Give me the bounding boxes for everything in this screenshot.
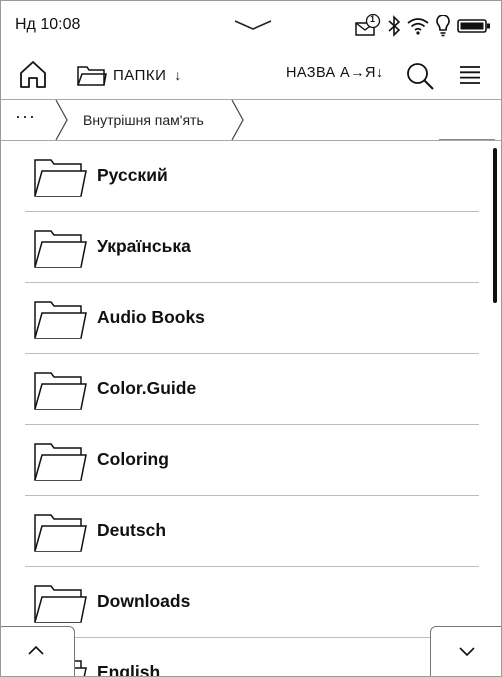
search-icon[interactable]	[405, 61, 435, 91]
breadcrumb: ··· Внутрішня пам'ять	[1, 100, 501, 141]
folder-item[interactable]: Українська	[25, 212, 479, 283]
scroll-up-button[interactable]	[1, 626, 75, 676]
status-bar[interactable]: Нд 10:08 1	[1, 1, 501, 51]
folder-name: Deutsch	[97, 520, 167, 540]
breadcrumb-current-location[interactable]: Внутрішня пам'ять	[83, 112, 204, 128]
folder-item[interactable]: English	[25, 638, 479, 677]
breadcrumb-more-button[interactable]: ···	[15, 106, 45, 132]
library-toolbar: ПАПКИ ↓ НАЗВА А→Я↓	[1, 51, 501, 100]
folder-item[interactable]: Coloring	[25, 425, 479, 496]
folder-icon	[34, 372, 87, 410]
bluetooth-icon	[388, 15, 400, 37]
sort-button[interactable]: НАЗВА А→Я↓	[286, 65, 384, 81]
chevron-down-icon	[459, 647, 475, 657]
folder-name: English	[97, 662, 161, 677]
folder-name: Audio Books	[97, 307, 205, 327]
breadcrumb-separator-icon	[231, 100, 244, 140]
chevron-up-icon	[28, 645, 44, 655]
folders-view-button[interactable]: ПАПКИ ↓	[77, 61, 181, 89]
folder-icon	[34, 443, 87, 481]
scroll-down-button[interactable]	[430, 626, 501, 676]
folders-view-arrow: ↓	[174, 67, 182, 83]
home-icon[interactable]	[17, 59, 49, 91]
folder-icon	[77, 66, 107, 86]
folder-item[interactable]: Audio Books	[25, 283, 479, 354]
folder-item[interactable]: Downloads	[25, 567, 479, 638]
folder-icon	[34, 301, 87, 339]
folder-item[interactable]: Русский	[25, 141, 479, 212]
notification-count: 1	[370, 14, 376, 24]
folder-icon	[34, 230, 87, 268]
folder-name: Українська	[97, 236, 191, 256]
breadcrumb-separator-icon	[55, 100, 68, 140]
folder-icon	[34, 159, 87, 197]
screen: Нд 10:08 1 ПАПКИ ↓ НАЗВА А→Я↓ ··· Внутрі…	[0, 0, 502, 677]
folder-icon	[34, 514, 87, 552]
clock: Нд 10:08	[15, 16, 81, 33]
folder-name: Downloads	[97, 591, 191, 611]
pull-down-handle-icon[interactable]	[233, 19, 273, 31]
battery-icon	[457, 19, 490, 33]
folder-name: Color.Guide	[97, 378, 197, 398]
menu-icon[interactable]	[459, 65, 481, 85]
folder-icon	[34, 585, 87, 623]
folder-item[interactable]: Color.Guide	[25, 354, 479, 425]
status-icons: 1	[355, 11, 491, 41]
folders-view-label: ПАПКИ	[113, 66, 167, 84]
wifi-icon	[407, 18, 429, 35]
frontlight-icon	[436, 15, 450, 37]
folder-name: Русский	[97, 165, 168, 185]
folder-name: Coloring	[97, 449, 169, 469]
mail-icon: 1	[355, 14, 381, 38]
list-scrollbar[interactable]	[493, 148, 497, 303]
folder-item[interactable]: Deutsch	[25, 496, 479, 567]
